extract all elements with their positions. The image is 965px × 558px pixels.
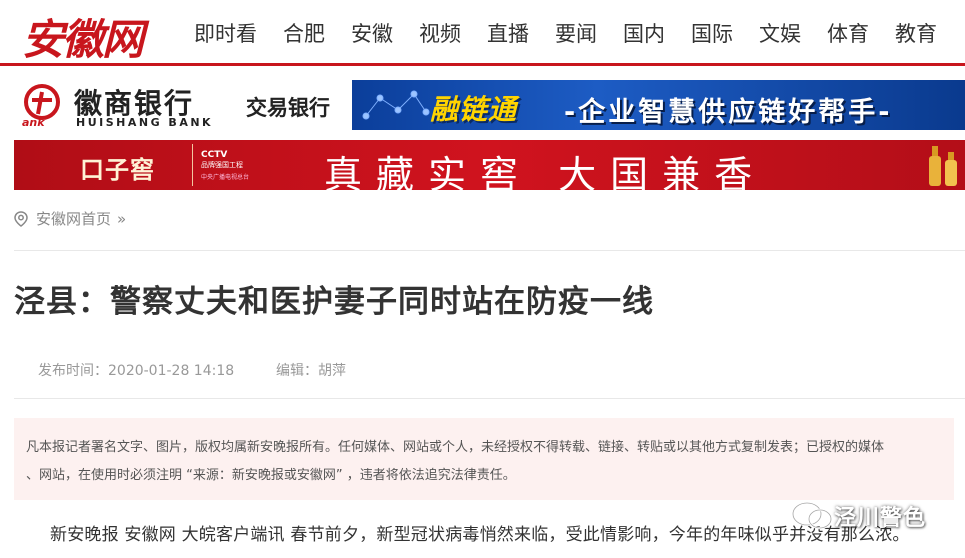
liquor-brand: 口子窖: [80, 155, 155, 184]
wechat-icon: [791, 501, 833, 530]
liquor-slogan: 真藏实窖 大国兼香: [324, 153, 767, 190]
bank-ad-banner[interactable]: ank 徽商银行 HUISHANG BANK 交易银行 融链通 -企业智慧供应链…: [14, 78, 965, 132]
publish-time: 发布时间：2020-01-28 14:18: [38, 363, 235, 379]
bottle-icon: [929, 146, 957, 186]
bank-product-tagline: -企业智慧供应链好帮手-: [564, 97, 893, 128]
breadcrumb-separator: »: [117, 209, 127, 228]
nav-item-sports[interactable]: 体育: [827, 18, 869, 48]
network-dots-icon: [362, 90, 430, 120]
editor: 编辑：胡萍: [276, 363, 346, 379]
divider: [14, 398, 965, 399]
cctv-label: CCTV: [201, 150, 228, 160]
nav-item-anhui[interactable]: 安徽: [351, 18, 393, 48]
bank-product-ad: 融链通 -企业智慧供应链好帮手-: [352, 80, 965, 130]
liquor-ad-banner[interactable]: 口子窖 CCTV 品牌强国工程 中央广播电视总台 真藏实窖 大国兼香: [14, 140, 965, 190]
article-body-paragraph: 新安晚报 安徽网 大皖客户端讯 春节前夕，新型冠状病毒悄然来临，受此情影响，今年…: [50, 525, 910, 545]
nav-item-video[interactable]: 视频: [419, 18, 461, 48]
nav-item-hefei[interactable]: 合肥: [283, 18, 325, 48]
nav-item-live[interactable]: 直播: [487, 18, 529, 48]
nav-item-jishikan[interactable]: 即时看: [194, 18, 257, 48]
bank-logo-letters: ank: [22, 116, 45, 129]
site-logo[interactable]: 安徽网: [22, 6, 144, 67]
bank-product-name: 融链通: [430, 93, 518, 126]
notice-line-2: 、网站，在使用时必须注明 “来源：新安晚报或安徽网” ，违者将依法追究法律责任。: [26, 468, 516, 483]
nav-item-domestic[interactable]: 国内: [623, 18, 665, 48]
bank-slogan: 交易银行: [246, 96, 330, 120]
cctv-badge: CCTV 品牌强国工程 中央广播电视总台: [192, 144, 254, 186]
nav-item-international[interactable]: 国际: [691, 18, 733, 48]
copyright-notice: 凡本报记者署名文字、图片，版权均属新安晚报所有。任何媒体、网站或个人，未经授权不…: [14, 418, 954, 500]
cctv-org: 中央广播电视总台: [201, 174, 250, 181]
notice-line-1: 凡本报记者署名文字、图片，版权均属新安晚报所有。任何媒体、网站或个人，未经授权不…: [26, 440, 885, 455]
cctv-sub: 品牌强国工程: [201, 161, 243, 169]
nav-item-headlines[interactable]: 要闻: [555, 18, 597, 48]
divider: [14, 250, 965, 251]
site-header: 安徽网 即时看 合肥 安徽 视频 直播 要闻 国内 国际 文娱 体育 教育: [0, 0, 965, 66]
breadcrumb-home-link[interactable]: 安徽网首页: [36, 208, 111, 229]
wechat-watermark: 泾川警色: [790, 500, 926, 532]
article-title: 泾县：警察丈夫和医护妻子同时站在防疫一线: [14, 284, 654, 320]
nav-item-entertainment[interactable]: 文娱: [759, 18, 801, 48]
main-nav: 即时看 合肥 安徽 视频 直播 要闻 国内 国际 文娱 体育 教育: [194, 18, 963, 48]
nav-item-education[interactable]: 教育: [895, 18, 937, 48]
watermark-text: 泾川警色: [834, 506, 927, 531]
bank-name-en: HUISHANG BANK: [76, 116, 214, 129]
breadcrumb: 安徽网首页 »: [14, 208, 126, 229]
location-pin-icon: [14, 210, 28, 227]
